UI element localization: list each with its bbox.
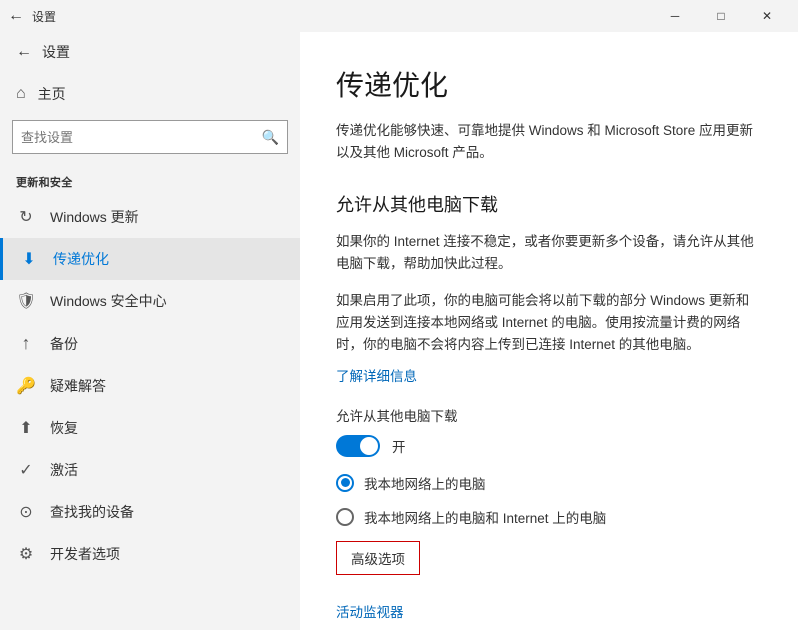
windows-update-icon: ↻ [16,207,36,227]
advanced-options-button[interactable]: 高级选项 [336,541,420,575]
activity-monitor-link[interactable]: 活动监视器 [336,605,404,620]
activation-icon: ✓ [16,460,36,480]
radio-local-network-circle [336,474,354,492]
page-description: 传递优化能够快速、可靠地提供 Windows 和 Microsoft Store… [336,120,762,163]
radio-local-network-label: 我本地网络上的电脑 [364,473,486,493]
search-input[interactable] [13,126,254,149]
home-label: 主页 [38,84,66,104]
toggle-on-label: 开 [392,436,406,456]
sidebar: ← 设置 ⌂ 主页 🔍 更新和安全 ↻ Windows 更新 ⬇ 传递优化 🛡 … [0,32,300,630]
sidebar-section-title: 更新和安全 [0,166,300,196]
sidebar-item-windows-security[interactable]: 🛡 Windows 安全中心 [0,280,300,322]
developer-icon: ⚙ [16,544,36,564]
nav-back-button[interactable]: ← 设置 [0,32,300,72]
titlebar: ← 设置 ─ □ ✕ [0,0,798,32]
maximize-button[interactable]: □ [698,0,744,32]
sidebar-item-developer[interactable]: ⚙ 开发者选项 [0,533,300,575]
titlebar-left: ← 设置 [8,7,56,25]
windows-update-label: Windows 更新 [50,207,139,227]
search-icon[interactable]: 🔍 [254,129,287,146]
section-desc-1: 如果你的 Internet 连接不稳定，或者你要更新多个设备，请允许从其他电脑下… [336,231,762,276]
sidebar-item-troubleshoot[interactable]: 🔑 疑难解答 [0,365,300,407]
app-container: ← 设置 ⌂ 主页 🔍 更新和安全 ↻ Windows 更新 ⬇ 传递优化 🛡 … [0,32,798,630]
minimize-button[interactable]: ─ [652,0,698,32]
backup-icon: ↑ [16,333,36,354]
sidebar-item-find-device[interactable]: ⊙ 查找我的设备 [0,491,300,533]
radio-internet-circle [336,508,354,526]
learn-more-link[interactable]: 了解详细信息 [336,365,417,385]
sidebar-item-backup[interactable]: ↑ 备份 [0,322,300,365]
sidebar-item-recovery[interactable]: ⬆ 恢复 [0,407,300,449]
page-title: 传递优化 [336,64,762,104]
sidebar-item-delivery-optimization[interactable]: ⬇ 传递优化 [0,238,300,280]
back-arrow-icon[interactable]: ← [8,7,24,25]
radio-internet[interactable]: 我本地网络上的电脑和 Internet 上的电脑 [336,507,762,527]
search-box[interactable]: 🔍 [12,120,288,154]
windows-security-label: Windows 安全中心 [50,291,167,311]
back-icon: ← [16,43,32,61]
troubleshoot-label: 疑难解答 [50,376,106,396]
section-desc-2: 如果启用了此项，你的电脑可能会将以前下载的部分 Windows 更新和应用发送到… [336,290,762,357]
titlebar-title: 设置 [32,8,56,25]
close-button[interactable]: ✕ [744,0,790,32]
windows-security-icon: 🛡 [16,291,36,311]
recovery-label: 恢复 [50,418,78,438]
home-icon: ⌂ [16,85,26,103]
titlebar-controls: ─ □ ✕ [652,0,790,32]
sidebar-item-activation[interactable]: ✓ 激活 [0,449,300,491]
find-device-label: 查找我的设备 [50,502,134,522]
radio-local-network[interactable]: 我本地网络上的电脑 [336,473,762,493]
section-heading: 允许从其他电脑下载 [336,191,762,217]
developer-label: 开发者选项 [50,544,120,564]
back-label: 设置 [42,42,70,62]
sidebar-item-windows-update[interactable]: ↻ Windows 更新 [0,196,300,238]
main-panel: 传递优化 传递优化能够快速、可靠地提供 Windows 和 Microsoft … [300,32,798,630]
find-device-icon: ⊙ [16,502,36,522]
recovery-icon: ⬆ [16,418,36,438]
troubleshoot-icon: 🔑 [16,376,36,396]
activation-label: 激活 [50,460,78,480]
sub-label: 允许从其他电脑下载 [336,405,762,425]
toggle-row: 开 [336,435,762,457]
delivery-optimization-label: 传递优化 [53,249,109,269]
radio-internet-label: 我本地网络上的电脑和 Internet 上的电脑 [364,507,606,527]
allow-download-toggle[interactable] [336,435,380,457]
sidebar-item-home[interactable]: ⌂ 主页 [0,72,300,116]
delivery-optimization-icon: ⬇ [19,249,39,269]
backup-label: 备份 [50,334,78,354]
